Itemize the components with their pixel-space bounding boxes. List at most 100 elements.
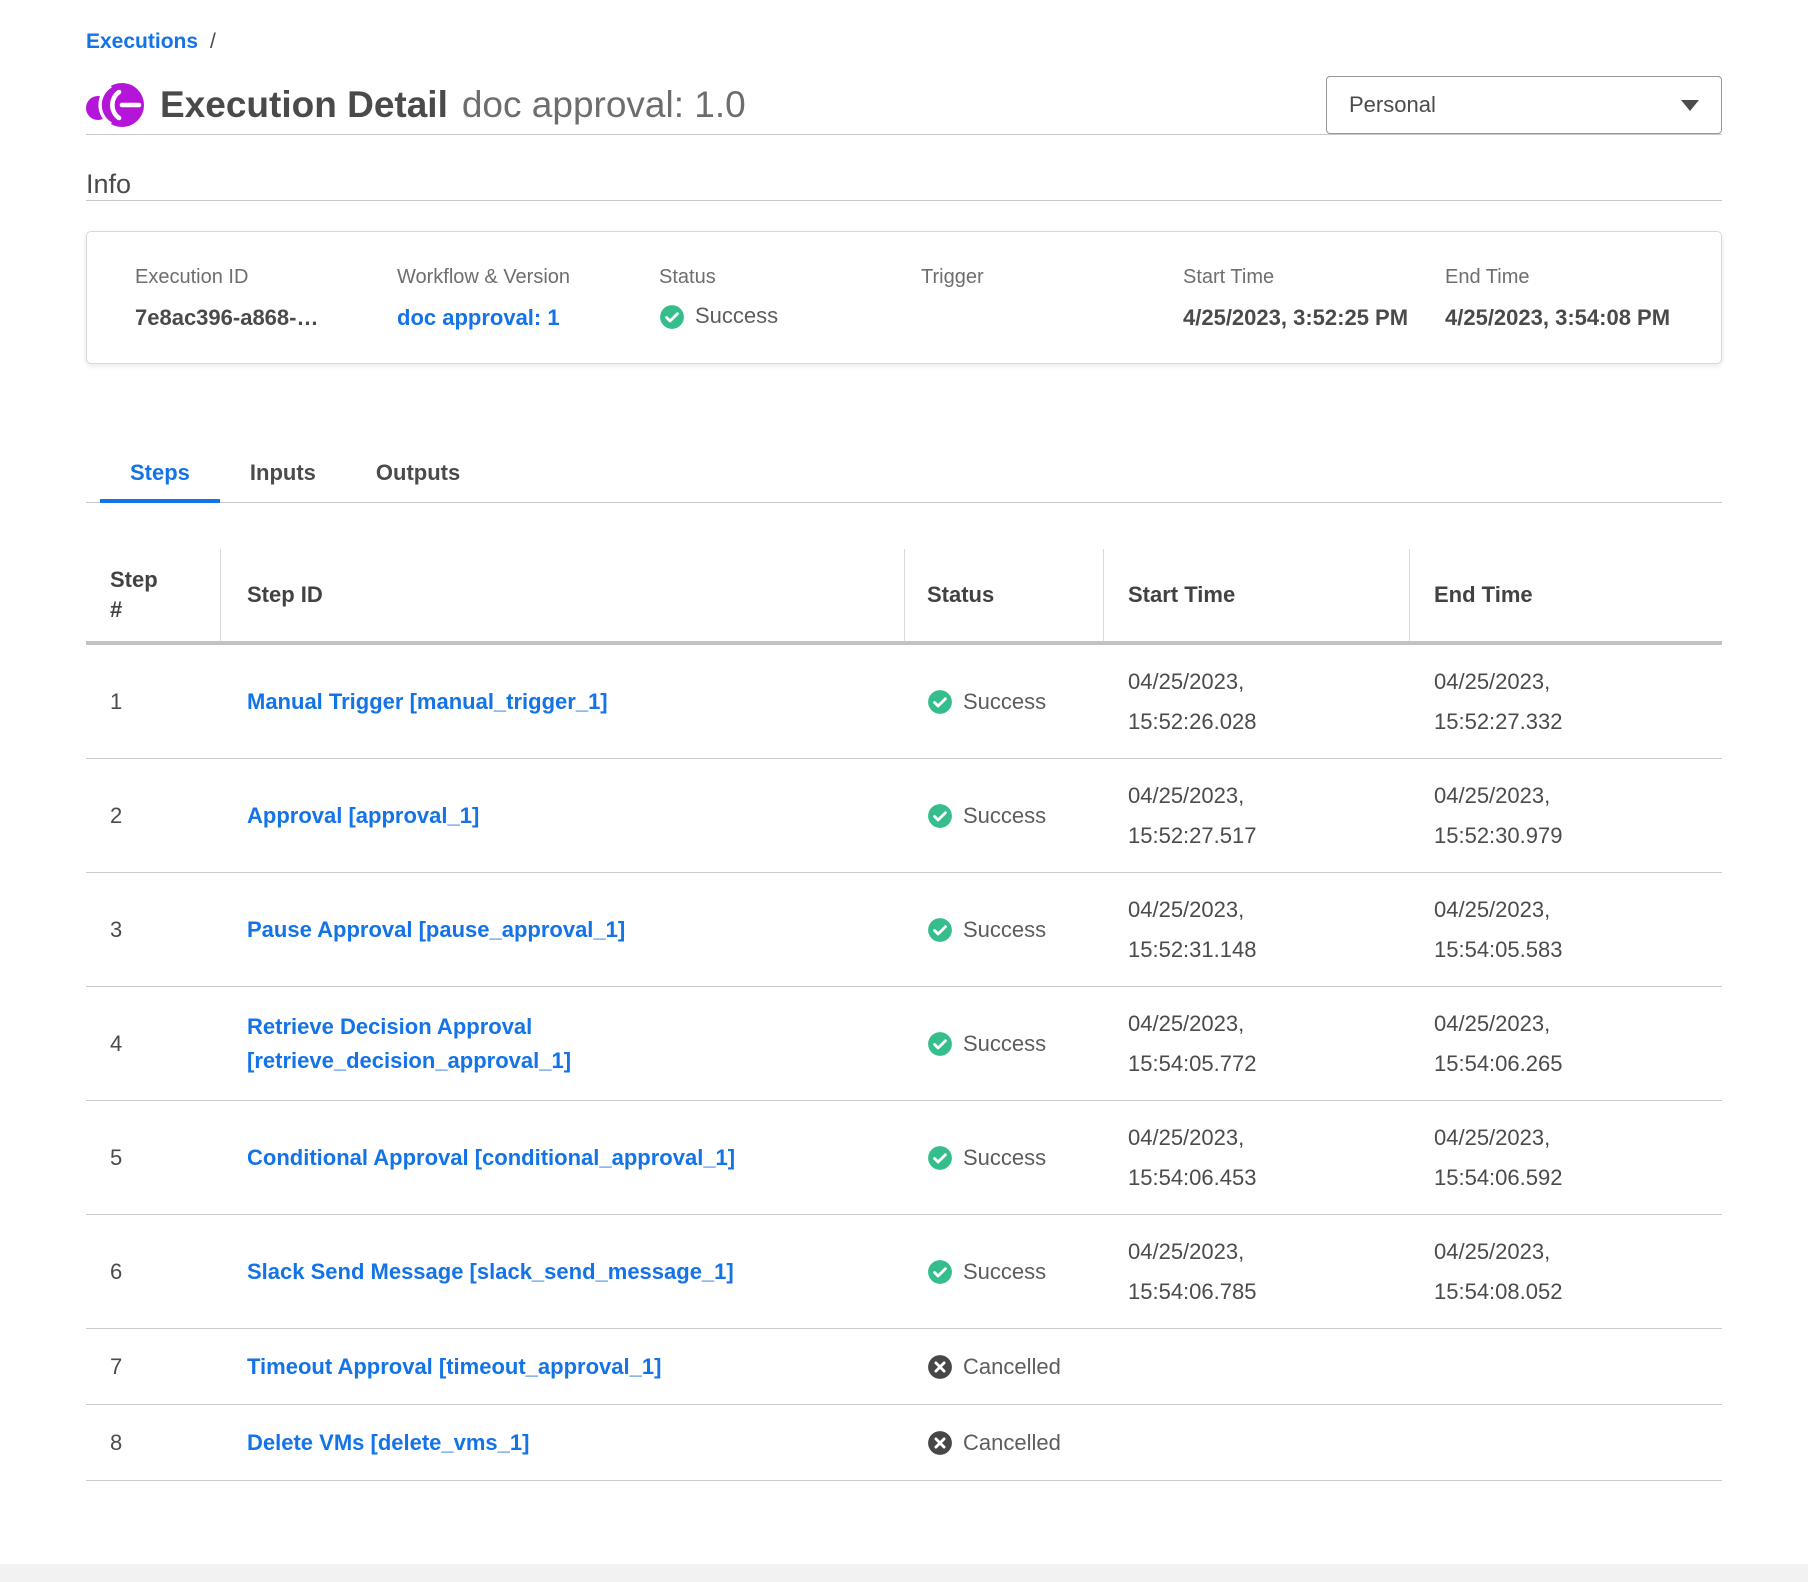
field-trigger: Trigger <box>921 266 1183 333</box>
step-id-cell: Conditional Approval [conditional_approv… <box>221 1141 905 1175</box>
time-line: 15:52:26.028 <box>1128 702 1410 742</box>
column-header-start-time: Start Time <box>1104 549 1410 641</box>
step-link[interactable]: Retrieve Decision Approval [retrieve_dec… <box>247 1010 787 1078</box>
status-label: Cancelled <box>963 1430 1061 1456</box>
page-title: Execution Detail <box>160 84 448 126</box>
step-id-cell: Retrieve Decision Approval [retrieve_dec… <box>221 1010 905 1078</box>
page-bottom-strip <box>0 1564 1808 1582</box>
column-header-end-time: End Time <box>1410 549 1722 641</box>
step-link[interactable]: Timeout Approval [timeout_approval_1] <box>247 1350 661 1384</box>
workflow-branch-icon <box>86 81 144 129</box>
time-line: 15:52:27.332 <box>1434 702 1722 742</box>
info-divider <box>86 200 1722 201</box>
start-time-cell: 04/25/2023,15:54:05.772 <box>1104 1004 1410 1084</box>
date-line: 04/25/2023, <box>1434 890 1722 930</box>
column-header-step-id: Step ID <box>221 549 905 641</box>
step-link[interactable]: Approval [approval_1] <box>247 799 479 833</box>
field-label: Workflow & Version <box>397 266 637 289</box>
step-number: 4 <box>86 1031 221 1057</box>
time-line: 15:52:27.517 <box>1128 816 1410 856</box>
field-label: Trigger <box>921 266 1161 289</box>
workflow-version-link[interactable]: doc approval: 1 <box>397 303 560 333</box>
workspace-selector[interactable]: Personal <box>1326 76 1722 134</box>
end-time-value: 4/25/2023, 3:54:08 PM <box>1445 305 1670 330</box>
tab-bar: Steps Inputs Outputs <box>86 452 1722 503</box>
status-value: Success <box>659 303 899 329</box>
time-line: 15:52:30.979 <box>1434 816 1722 856</box>
table-row: 2 Approval [approval_1] Success 04/25/2023,… <box>86 759 1722 873</box>
step-id-cell: Pause Approval [pause_approval_1] <box>221 913 905 947</box>
status-cell: Success <box>905 1145 1104 1171</box>
check-circle-icon <box>659 303 685 329</box>
tab-inputs[interactable]: Inputs <box>220 452 346 502</box>
column-header-status: Status <box>905 549 1104 641</box>
status-label: Success <box>963 803 1046 829</box>
step-id-cell: Timeout Approval [timeout_approval_1] <box>221 1350 905 1384</box>
chevron-down-icon <box>1681 100 1699 111</box>
time-line: 15:54:06.453 <box>1128 1158 1410 1198</box>
end-time-cell: 04/25/2023,15:54:06.265 <box>1410 1004 1722 1084</box>
status-label: Success <box>963 917 1046 943</box>
field-label: Status <box>659 266 899 289</box>
tab-steps[interactable]: Steps <box>100 452 220 502</box>
field-end-time: End Time 4/25/2023, 3:54:08 PM <box>1445 266 1707 333</box>
step-id-cell: Slack Send Message [slack_send_message_1… <box>221 1255 905 1289</box>
check-circle-icon <box>927 1031 953 1057</box>
step-id-cell: Manual Trigger [manual_trigger_1] <box>221 685 905 719</box>
start-time-value: 4/25/2023, 3:52:25 PM <box>1183 305 1408 330</box>
step-link[interactable]: Delete VMs [delete_vms_1] <box>247 1426 529 1460</box>
step-id-cell: Delete VMs [delete_vms_1] <box>221 1426 905 1460</box>
table-row: 4 Retrieve Decision Approval [retrieve_de… <box>86 987 1722 1101</box>
status-label: Success <box>963 1259 1046 1285</box>
status-cell: Success <box>905 917 1104 943</box>
breadcrumb-separator: / <box>210 30 216 54</box>
execution-info-card: Execution ID 7e8ac396-a868-… Workflow & … <box>86 231 1722 364</box>
date-line: 04/25/2023, <box>1434 776 1722 816</box>
check-circle-icon <box>927 689 953 715</box>
status-label: Success <box>963 1145 1046 1171</box>
date-line: 04/25/2023, <box>1128 776 1410 816</box>
time-line: 15:54:05.583 <box>1434 930 1722 970</box>
check-circle-icon <box>927 1259 953 1285</box>
check-circle-icon <box>927 1145 953 1171</box>
status-label: Success <box>963 1031 1046 1057</box>
step-number: 3 <box>86 917 221 943</box>
table-header: Step # Step ID Status Start Time End Tim… <box>86 549 1722 645</box>
check-circle-icon <box>927 803 953 829</box>
start-time-cell: 04/25/2023,15:54:06.453 <box>1104 1118 1410 1198</box>
date-line: 04/25/2023, <box>1434 1004 1722 1044</box>
step-link[interactable]: Slack Send Message [slack_send_message_1… <box>247 1255 734 1289</box>
start-time-cell: 04/25/2023,15:54:06.785 <box>1104 1232 1410 1312</box>
column-header-step-num: Step # <box>86 549 221 641</box>
step-link[interactable]: Pause Approval [pause_approval_1] <box>247 913 625 947</box>
time-line: 15:54:08.052 <box>1434 1272 1722 1312</box>
step-number: 1 <box>86 689 221 715</box>
step-link[interactable]: Conditional Approval [conditional_approv… <box>247 1141 735 1175</box>
x-circle-icon <box>927 1354 953 1380</box>
field-label: End Time <box>1445 266 1685 289</box>
status-label: Cancelled <box>963 1354 1061 1380</box>
step-number: 7 <box>86 1354 221 1380</box>
title-group: Execution Detail doc approval: 1.0 <box>86 81 746 129</box>
end-time-cell: 04/25/2023,15:52:27.332 <box>1410 662 1722 742</box>
date-line: 04/25/2023, <box>1128 1004 1410 1044</box>
date-line: 04/25/2023, <box>1128 1118 1410 1158</box>
table-row: 8Delete VMs [delete_vms_1]Cancelled <box>86 1405 1722 1481</box>
step-number: 2 <box>86 803 221 829</box>
main-content: Executions / Execution Detail doc approv… <box>86 0 1722 1481</box>
table-row: 7 Timeout Approval [timeout_approval_1] Ca… <box>86 1329 1722 1405</box>
end-time-cell: 04/25/2023,15:54:05.583 <box>1410 890 1722 970</box>
execution-id-value: 7e8ac396-a868-… <box>135 305 318 330</box>
step-number: 6 <box>86 1259 221 1285</box>
status-cell: Success <box>905 803 1104 829</box>
step-number: 5 <box>86 1145 221 1171</box>
date-line: 04/25/2023, <box>1128 1232 1410 1272</box>
status-cell: Success <box>905 1031 1104 1057</box>
time-line: 15:52:31.148 <box>1128 930 1410 970</box>
tab-outputs[interactable]: Outputs <box>346 452 490 502</box>
breadcrumb-executions-link[interactable]: Executions <box>86 30 198 54</box>
step-link[interactable]: Manual Trigger [manual_trigger_1] <box>247 685 608 719</box>
field-status: Status Success <box>659 266 921 333</box>
date-line: 04/25/2023, <box>1434 1232 1722 1272</box>
x-circle-icon <box>927 1430 953 1456</box>
